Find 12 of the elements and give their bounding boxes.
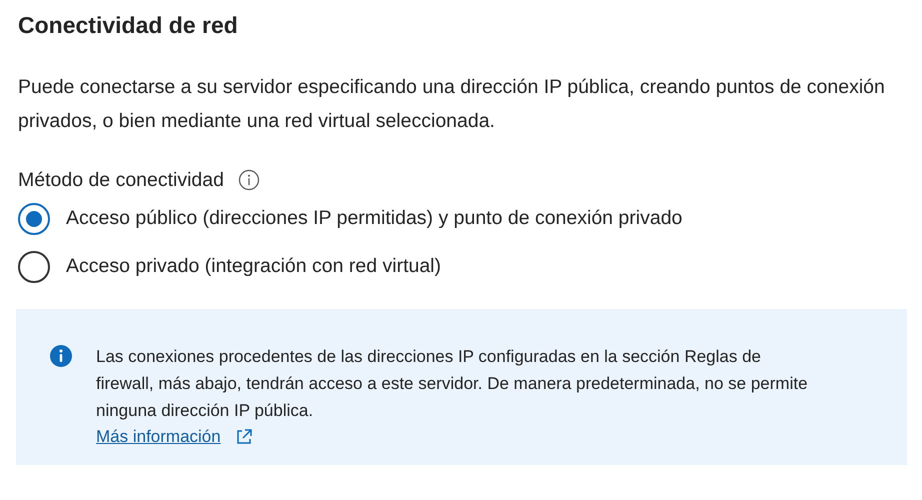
radio-button[interactable] [18, 202, 50, 235]
radio-button[interactable] [18, 250, 50, 283]
description-text: Puede conectarse a su servidor especificando una dirección IP pública, creando puntos de conexión privados, o bien mediante una red virtual seleccionada. [18, 74, 886, 134]
external-link-icon[interactable] [234, 428, 253, 446]
section-title: Conectividad de red [18, 12, 239, 40]
option-label[interactable]: Acceso privado (integración con red virtual) [66, 252, 442, 282]
info-icon[interactable] [238, 169, 260, 192]
option-label[interactable]: Acceso público (direcciones IP permitidas) y punto de conexión privado [66, 204, 682, 234]
learn-more-link[interactable]: Más información [96, 424, 221, 450]
info-icon [50, 344, 72, 367]
field-label: Método de conectividad [18, 168, 224, 193]
info-text: Las conexiones procedentes de las direcciones IP configuradas en la sección Reglas de firewall, más abajo, tendrán acceso a este servidor. De manera predeterminada, no se permite ninguna dirección IP pública. [96, 346, 809, 422]
